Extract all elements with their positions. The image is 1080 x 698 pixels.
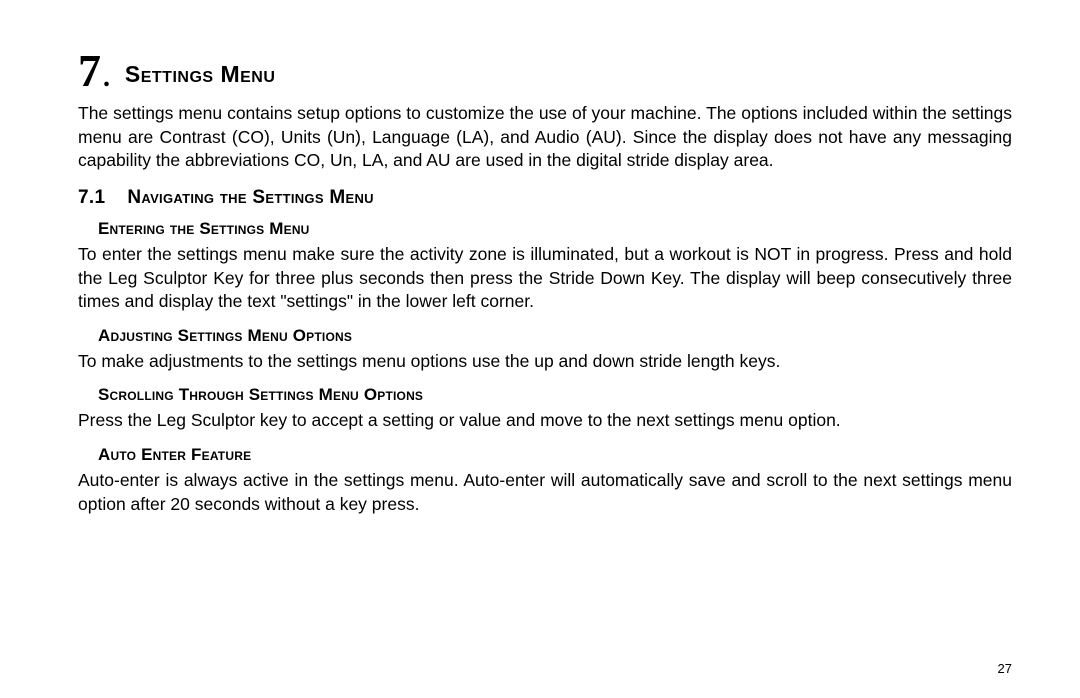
subheading-adjusting: Adjusting Settings Menu Options: [98, 326, 1012, 346]
paragraph-scrolling: Press the Leg Sculptor key to accept a s…: [78, 409, 1012, 433]
subheading-scrolling: Scrolling Through Settings Menu Options: [98, 385, 1012, 405]
chapter-title: Settings Menu: [125, 61, 276, 87]
paragraph-auto-enter: Auto-enter is always active in the setti…: [78, 469, 1012, 516]
page-number: 27: [998, 661, 1012, 676]
chapter-dot: .: [103, 62, 110, 93]
chapter-number: 7: [78, 45, 101, 96]
chapter-heading: 7. Settings Menu: [78, 48, 1012, 94]
document-page: 7. Settings Menu The settings menu conta…: [0, 0, 1080, 698]
paragraph-adjusting: To make adjustments to the settings menu…: [78, 350, 1012, 374]
intro-paragraph: The settings menu contains setup options…: [78, 102, 1012, 173]
subheading-entering: Entering the Settings Menu: [98, 219, 1012, 239]
subheading-auto-enter: Auto Enter Feature: [98, 445, 1012, 465]
section-number: 7.1: [78, 187, 105, 208]
section-heading: 7.1 Navigating the Settings Menu: [78, 187, 1012, 209]
section-title: Navigating the Settings Menu: [127, 187, 374, 208]
paragraph-entering: To enter the settings menu make sure the…: [78, 243, 1012, 314]
